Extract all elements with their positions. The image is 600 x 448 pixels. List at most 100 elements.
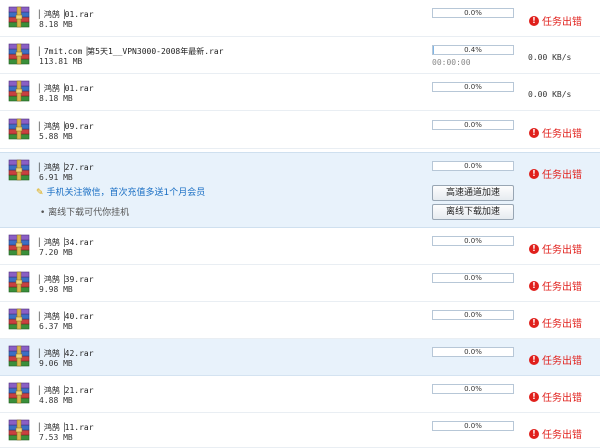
progress-text: 0.0% bbox=[464, 83, 482, 91]
task-error-label: 任务出错 bbox=[542, 319, 582, 330]
task-error-status[interactable]: ! 任务出错 bbox=[529, 166, 582, 181]
progress-bar: 0.0% bbox=[432, 273, 514, 283]
task-row[interactable]: ▏7mit.com▕第5天1__VPN3000-2008年最新.rar 113.… bbox=[0, 37, 600, 74]
progress-text: 0.0% bbox=[464, 385, 482, 393]
task-file-name: ▏鸿鹄▕39.rar bbox=[39, 275, 94, 284]
lightbulb-icon: ✎ bbox=[36, 188, 44, 198]
task-file-name: ▏鸿鹄▕01.rar bbox=[39, 84, 94, 93]
task-file-name: ▏鸿鹄▕34.rar bbox=[39, 238, 94, 247]
task-row[interactable]: ▏鸿鹄▕42.rar 9.06 MB 0.0% ! 任务出错 bbox=[0, 339, 600, 376]
offline-tip: • 离线下载可代你挂机 bbox=[40, 208, 130, 218]
rar-archive-icon bbox=[6, 418, 32, 442]
rar-archive-icon bbox=[6, 42, 32, 66]
task-file-name: ▏7mit.com▕第5天1__VPN3000-2008年最新.rar bbox=[39, 47, 224, 56]
task-row[interactable]: ▏鸿鹄▕01.rar 8.18 MB 0.0% ! 任务出错 bbox=[0, 0, 600, 37]
exclamation-circle-icon: ! bbox=[529, 280, 539, 291]
exclamation-circle-icon: ! bbox=[529, 354, 539, 365]
progress-text: 0.0% bbox=[464, 121, 482, 129]
task-row[interactable]: ▏鸿鹄▕09.rar 5.88 MB 0.0% ! 任务出错 bbox=[0, 112, 600, 149]
progress-bar: 0.0% bbox=[432, 421, 514, 431]
rar-archive-icon bbox=[6, 307, 32, 331]
exclamation-circle-icon: ! bbox=[529, 428, 539, 439]
exclamation-circle-icon: ! bbox=[529, 127, 539, 138]
download-speed: 0.00 KB/s bbox=[528, 53, 572, 62]
rar-archive-icon bbox=[6, 5, 32, 29]
progress-text: 0.0% bbox=[464, 274, 482, 282]
task-row[interactable]: ▏鸿鹄▕11.rar 7.53 MB 0.0% ! 任务出错 bbox=[0, 413, 600, 448]
offline-download-button[interactable]: 离线下载加速 bbox=[432, 204, 514, 220]
progress-text: 0.0% bbox=[464, 348, 482, 356]
progress-bar: 0.0% bbox=[432, 120, 514, 130]
task-file-size: 8.18 MB bbox=[39, 94, 73, 103]
task-file-name: ▏鸿鹄▕11.rar bbox=[39, 423, 94, 432]
task-file-size: 7.20 MB bbox=[39, 248, 73, 257]
task-error-label: 任务出错 bbox=[542, 170, 582, 181]
high-speed-channel-button[interactable]: 高速通道加速 bbox=[432, 185, 514, 201]
progress-bar: 0.0% bbox=[432, 82, 514, 92]
task-error-status[interactable]: ! 任务出错 bbox=[529, 13, 582, 28]
task-file-size: 5.88 MB bbox=[39, 132, 73, 141]
rar-archive-icon bbox=[6, 381, 32, 405]
rar-archive-icon bbox=[6, 79, 32, 103]
progress-bar: 0.0% bbox=[432, 384, 514, 394]
task-row[interactable]: ▏鸿鹄▕01.rar 8.18 MB 0.0% 0.00 KB/s bbox=[0, 74, 600, 111]
rar-archive-icon bbox=[6, 270, 32, 294]
task-file-name: ▏鸿鹄▕21.rar bbox=[39, 386, 94, 395]
download-speed: 0.00 KB/s bbox=[528, 90, 572, 99]
progress-text: 0.0% bbox=[464, 162, 482, 170]
rar-archive-icon bbox=[6, 344, 32, 368]
progress-text: 0.0% bbox=[464, 9, 482, 17]
exclamation-circle-icon: ! bbox=[529, 15, 539, 26]
task-file-size: 8.18 MB bbox=[39, 20, 73, 29]
exclamation-circle-icon: ! bbox=[529, 243, 539, 254]
progress-bar: 0.0% bbox=[432, 347, 514, 357]
progress-bar: 0.0% bbox=[432, 161, 514, 171]
remaining-time: 00:00:00 bbox=[432, 58, 471, 67]
task-file-size: 7.53 MB bbox=[39, 433, 73, 442]
task-error-status[interactable]: ! 任务出错 bbox=[529, 426, 582, 441]
task-error-label: 任务出错 bbox=[542, 17, 582, 28]
task-error-label: 任务出错 bbox=[542, 129, 582, 140]
rar-archive-icon bbox=[6, 117, 32, 141]
task-error-label: 任务出错 bbox=[542, 393, 582, 404]
task-file-name: ▏鸿鹄▕09.rar bbox=[39, 122, 94, 131]
progress-text: 0.4% bbox=[464, 46, 482, 54]
rar-archive-icon bbox=[6, 158, 32, 182]
progress-text: 0.0% bbox=[464, 311, 482, 319]
task-error-status[interactable]: ! 任务出错 bbox=[529, 352, 582, 367]
task-file-name: ▏鸿鹄▕42.rar bbox=[39, 349, 94, 358]
task-error-label: 任务出错 bbox=[542, 245, 582, 256]
task-file-size: 6.91 MB bbox=[39, 173, 73, 182]
task-row[interactable]: ▏鸿鹄▕34.rar 7.20 MB 0.0% ! 任务出错 bbox=[0, 228, 600, 265]
exclamation-circle-icon: ! bbox=[529, 168, 539, 179]
task-file-size: 6.37 MB bbox=[39, 322, 73, 331]
task-file-size: 9.06 MB bbox=[39, 359, 73, 368]
task-error-label: 任务出错 bbox=[542, 282, 582, 293]
task-file-name: ▏鸿鹄▕01.rar bbox=[39, 10, 94, 19]
progress-text: 0.0% bbox=[464, 237, 482, 245]
task-error-status[interactable]: ! 任务出错 bbox=[529, 389, 582, 404]
progress-bar: 0.0% bbox=[432, 8, 514, 18]
task-error-label: 任务出错 bbox=[542, 430, 582, 441]
task-row[interactable]: ▏鸿鹄▕21.rar 4.88 MB 0.0% ! 任务出错 bbox=[0, 376, 600, 413]
task-file-size: 9.98 MB bbox=[39, 285, 73, 294]
task-file-size: 113.81 MB bbox=[39, 57, 83, 66]
task-file-name: ▏鸿鹄▕40.rar bbox=[39, 312, 94, 321]
task-file-name: ▏鸿鹄▕27.rar bbox=[39, 163, 94, 172]
exclamation-circle-icon: ! bbox=[529, 391, 539, 402]
progress-bar: 0.0% bbox=[432, 310, 514, 320]
task-error-label: 任务出错 bbox=[542, 356, 582, 367]
download-task-list: ▏鸿鹄▕01.rar 8.18 MB 0.0% ! 任务出错 ▏7mit.com▕… bbox=[0, 0, 600, 448]
task-row[interactable]: ▏鸿鹄▕39.rar 9.98 MB 0.0% ! 任务出错 bbox=[0, 265, 600, 302]
promo-link[interactable]: ✎ 手机关注微信，首次充值多送1个月会员 bbox=[36, 185, 205, 198]
task-row[interactable]: ▏鸿鹄▕40.rar 6.37 MB 0.0% ! 任务出错 bbox=[0, 302, 600, 339]
progress-bar: 0.4% bbox=[432, 45, 514, 55]
task-error-status[interactable]: ! 任务出错 bbox=[529, 125, 582, 140]
task-row-expanded[interactable]: ▏鸿鹄▕27.rar 6.91 MB 0.0% ! 任务出错 ✎ 手机关注微信，首次… bbox=[0, 152, 600, 228]
task-error-status[interactable]: ! 任务出错 bbox=[529, 241, 582, 256]
task-file-size: 4.88 MB bbox=[39, 396, 73, 405]
task-error-status[interactable]: ! 任务出错 bbox=[529, 278, 582, 293]
promo-text: 手机关注微信，首次充值多送1个月会员 bbox=[46, 188, 206, 198]
task-error-status[interactable]: ! 任务出错 bbox=[529, 315, 582, 330]
rar-archive-icon bbox=[6, 233, 32, 257]
